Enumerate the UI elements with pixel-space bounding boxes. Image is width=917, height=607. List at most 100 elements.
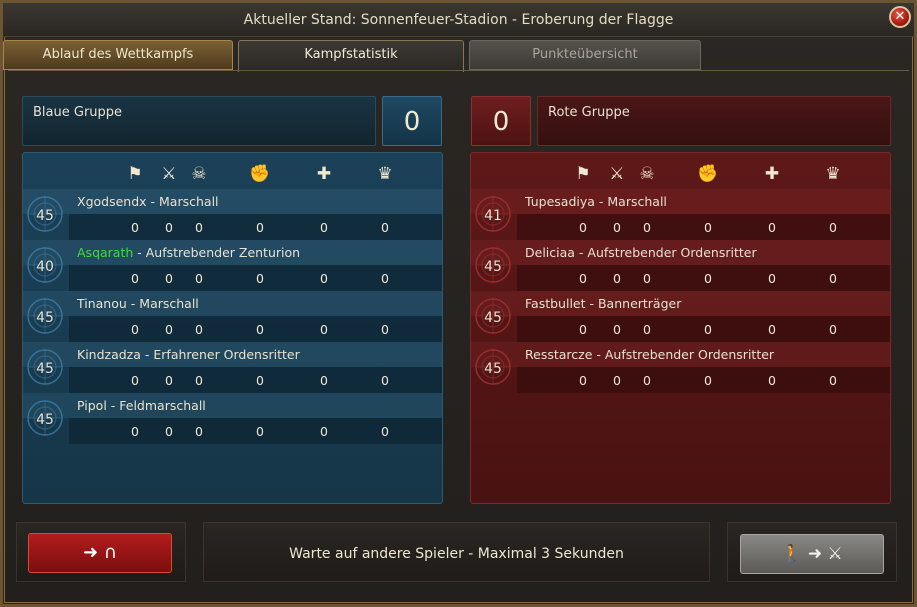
stat-value: 0 <box>768 373 776 388</box>
stat-value: 0 <box>381 271 389 286</box>
red-team-panel: ⚑ ⚔ ☠ ✊ ✚ ♛ 0 0 0 0 0 0 41 Tupesadiya - Marschall 0 0 0… <box>470 152 891 504</box>
close-button[interactable]: ✕ <box>889 6 911 28</box>
player-name-title: Tinanou - Marschall <box>77 296 199 311</box>
red-team-name: Rote Gruppe <box>548 105 630 120</box>
rank-emblem-icon: 45 <box>25 345 65 389</box>
player-name-title: Kindzadza - Erfahrener Ordensritter <box>77 347 300 362</box>
leave-battleground-button[interactable]: ➜ ∩ <box>28 533 172 573</box>
stat-value: 0 <box>768 220 776 235</box>
stat-value: 0 <box>381 322 389 337</box>
player-stat-band: 0 0 0 0 0 0 <box>69 214 442 240</box>
enter-battle-icon: 🚶 ➜ ⚔ <box>781 544 843 564</box>
player-row[interactable]: 0 0 0 0 0 0 45 Deliciaa - Aufstrebender Ordensr… <box>471 240 890 291</box>
name-separator: - <box>133 245 146 260</box>
player-title: Aufstrebender Ordensritter <box>587 245 757 260</box>
stat-value: 0 <box>613 373 621 388</box>
player-name: Tinanou <box>77 296 127 311</box>
stat-value: 0 <box>256 322 264 337</box>
stat-value: 0 <box>643 220 651 235</box>
stat-value: 0 <box>195 322 203 337</box>
flag-icon: ⚑ <box>575 164 591 184</box>
stat-value: 0 <box>704 271 712 286</box>
blue-team-name: Blaue Gruppe <box>33 105 123 120</box>
stat-value: 0 <box>829 373 837 388</box>
stat-header-row: ⚑ ⚔ ☠ ✊ ✚ ♛ <box>23 159 442 189</box>
player-row[interactable]: 0 0 0 0 0 0 45 Fastbullet - Bannerträger <box>471 291 890 342</box>
window-title: Aktueller Stand: Sonnenfeuer-Stadion - E… <box>243 12 674 28</box>
blue-team-header: Blaue Gruppe <box>22 96 376 146</box>
stat-value: 0 <box>131 322 139 337</box>
stat-value: 0 <box>195 424 203 439</box>
player-row[interactable]: 0 0 0 0 0 0 45 Kindzadza - Erfahrener Ordensrit… <box>23 342 442 393</box>
name-separator: - <box>574 245 588 260</box>
stat-value: 0 <box>643 271 651 286</box>
player-name-title: Asqarath - Aufstrebender Zenturion <box>77 245 300 260</box>
stat-value: 0 <box>613 271 621 286</box>
stat-value: 0 <box>320 220 328 235</box>
stat-value: 0 <box>195 373 203 388</box>
player-stat-band: 0 0 0 0 0 0 <box>69 316 442 342</box>
player-title: Erfahrener Ordensritter <box>153 347 300 362</box>
player-level: 40 <box>36 259 54 275</box>
player-row[interactable]: 0 0 0 0 0 0 40 Asqarath - Aufstrebender Zenturi… <box>23 240 442 291</box>
rank-emblem-icon: 45 <box>473 345 513 389</box>
player-level: 45 <box>36 412 54 428</box>
player-row[interactable]: 0 0 0 0 0 0 41 Tupesadiya - Marschall <box>471 189 890 240</box>
tab-event-flow[interactable]: Ablauf des Wettkampfs <box>3 40 233 70</box>
player-row[interactable]: 0 0 0 0 0 0 45 Xgodsendx - Marschall <box>23 189 442 240</box>
stat-value: 0 <box>829 322 837 337</box>
stat-value: 0 <box>165 220 173 235</box>
player-row[interactable]: 0 0 0 0 0 0 45 Resstarcze - Aufstrebender Orden… <box>471 342 890 393</box>
name-separator: - <box>585 296 598 311</box>
stat-value: 0 <box>320 424 328 439</box>
stat-value: 0 <box>579 373 587 388</box>
stat-value: 0 <box>579 322 587 337</box>
stat-value: 0 <box>579 271 587 286</box>
skull-icon: ☠ <box>639 164 655 184</box>
stat-value: 0 <box>195 271 203 286</box>
player-name-title: Xgodsendx - Marschall <box>77 194 219 209</box>
stat-value: 0 <box>131 271 139 286</box>
name-separator: - <box>106 398 120 413</box>
stat-value: 0 <box>643 322 651 337</box>
blue-team-panel: ⚑ ⚔ ☠ ✊ ✚ ♛ 0 0 0 0 0 0 45 Xgodsendx - Marschall 0 0 0 0… <box>22 152 443 504</box>
player-level: 45 <box>484 310 502 326</box>
stat-value: 0 <box>320 373 328 388</box>
tab-combat-stats[interactable]: Kampfstatistik <box>238 40 464 72</box>
stat-value: 0 <box>165 271 173 286</box>
player-title: Marschall <box>159 194 219 209</box>
player-level: 45 <box>484 361 502 377</box>
fist-icon: ✊ <box>249 164 271 184</box>
name-separator: - <box>140 347 154 362</box>
tab-score-overview[interactable]: Punkteübersicht <box>469 40 701 70</box>
name-separator: - <box>126 296 140 311</box>
stat-header-row: ⚑ ⚔ ☠ ✊ ✚ ♛ <box>471 159 890 189</box>
blue-team-score: 0 <box>382 96 442 146</box>
crossed-swords-icon: ⚔ <box>609 164 625 184</box>
stat-value: 0 <box>829 220 837 235</box>
enter-battle-button[interactable]: 🚶 ➜ ⚔ <box>740 534 884 574</box>
stat-value: 0 <box>829 271 837 286</box>
player-name: Fastbullet <box>525 296 586 311</box>
status-text: Warte auf andere Spieler - Maximal 3 Sek… <box>289 546 624 562</box>
flag-icon: ⚑ <box>127 164 143 184</box>
crossed-swords-icon: ⚔ <box>161 164 177 184</box>
stat-value: 0 <box>643 373 651 388</box>
stat-value: 0 <box>131 424 139 439</box>
player-title: Bannerträger <box>597 296 682 311</box>
player-level: 45 <box>36 208 54 224</box>
player-level: 41 <box>484 208 502 224</box>
stat-value: 0 <box>613 220 621 235</box>
player-name: Asqarath <box>77 245 134 260</box>
player-name: Resstarcze <box>525 347 593 362</box>
red-team-header: Rote Gruppe <box>537 96 891 146</box>
stat-value: 0 <box>704 322 712 337</box>
player-row[interactable]: 0 0 0 0 0 0 45 Tinanou - Marschall <box>23 291 442 342</box>
player-title: Feldmarschall <box>119 398 206 413</box>
title-bar: Aktueller Stand: Sonnenfeuer-Stadion - E… <box>3 3 914 37</box>
player-row[interactable]: 0 0 0 0 0 0 45 Pipol - Feldmarschall <box>23 393 442 444</box>
player-title: Aufstrebender Ordensritter <box>604 347 775 362</box>
player-title: Marschall <box>139 296 199 311</box>
name-separator: - <box>594 194 608 209</box>
stat-value: 0 <box>165 424 173 439</box>
